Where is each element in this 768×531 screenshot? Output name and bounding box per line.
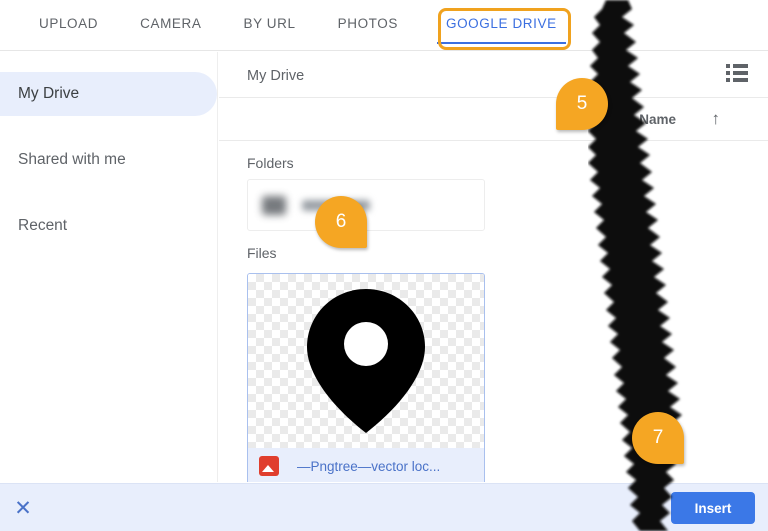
sidebar-item-label: Shared with me — [18, 151, 126, 168]
file-item[interactable]: —Pngtree—vector loc... — [247, 273, 485, 482]
tab-photos[interactable]: PHOTOS — [317, 0, 419, 50]
file-meta-row: —Pngtree—vector loc... — [248, 448, 484, 482]
folders-section-label: Folders — [247, 155, 294, 171]
bottom-action-bar: ✕ Insert — [0, 483, 768, 531]
breadcrumb[interactable]: My Drive — [247, 68, 304, 84]
sort-ascending-arrow-icon[interactable]: ↑ — [712, 109, 721, 129]
sidebar: My Drive Shared with me Recent — [0, 52, 218, 482]
tab-google-drive-wrapper: GOOGLE DRIVE — [425, 0, 578, 50]
column-header-name[interactable]: Name — [639, 112, 676, 127]
file-thumbnail — [248, 274, 484, 448]
tab-upload[interactable]: UPLOAD — [18, 0, 119, 50]
folder-icon — [262, 195, 286, 215]
sidebar-item-my-drive[interactable]: My Drive — [0, 72, 217, 116]
tab-list: UPLOAD CAMERA BY URL PHOTOS GOOGLE DRIVE — [0, 0, 768, 50]
sidebar-item-label: Recent — [18, 217, 68, 234]
files-section-label: Files — [247, 245, 277, 261]
main-header: My Drive — [219, 52, 768, 98]
insert-button[interactable]: Insert — [671, 492, 755, 524]
location-pin-icon — [307, 289, 425, 433]
column-header: Name ↑ — [219, 98, 768, 141]
close-icon[interactable]: ✕ — [8, 493, 38, 523]
sidebar-item-shared-with-me[interactable]: Shared with me — [0, 138, 217, 182]
image-file-icon — [259, 456, 279, 476]
file-name-label: —Pngtree—vector loc... — [297, 458, 441, 474]
main-content: My Drive Name ↑ Folders Files —Pngtree—v… — [219, 52, 768, 482]
tab-camera[interactable]: CAMERA — [119, 0, 222, 50]
list-view-icon[interactable] — [726, 64, 748, 82]
sidebar-item-label: My Drive — [18, 85, 80, 102]
folder-item[interactable] — [247, 179, 485, 231]
sidebar-item-recent[interactable]: Recent — [0, 204, 217, 248]
folder-name-redacted — [302, 199, 370, 211]
tab-bar: UPLOAD CAMERA BY URL PHOTOS GOOGLE DRIVE — [0, 0, 768, 51]
tab-active-underline — [436, 42, 566, 44]
tab-by-url[interactable]: BY URL — [222, 0, 316, 50]
